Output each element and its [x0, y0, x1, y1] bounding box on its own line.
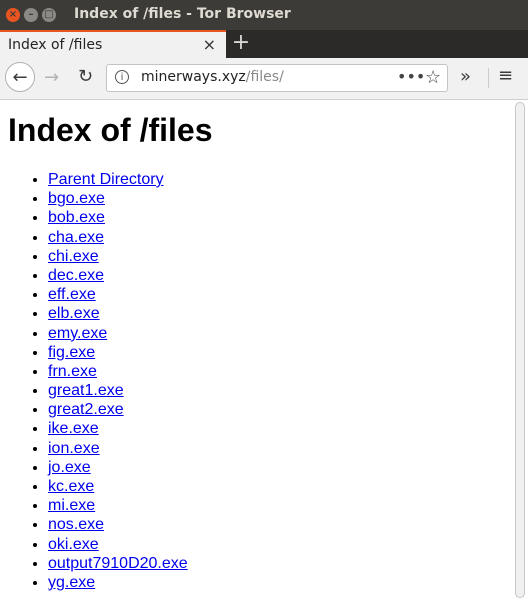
- list-item: yg.exe: [48, 573, 188, 592]
- list-item: kc.exe: [48, 477, 188, 496]
- url-text[interactable]: minerways.xyz/files/: [141, 69, 284, 85]
- file-link[interactable]: mi.exe: [48, 497, 95, 514]
- back-button[interactable]: ←: [5, 62, 35, 92]
- list-item: Parent Directory: [48, 170, 188, 189]
- list-item: nos.exe: [48, 515, 188, 534]
- file-link[interactable]: great2.exe: [48, 401, 124, 418]
- file-link[interactable]: Parent Directory: [48, 171, 164, 188]
- file-link[interactable]: chi.exe: [48, 248, 99, 265]
- list-item: output7910D20.exe: [48, 554, 188, 573]
- url-bar[interactable]: i minerways.xyz/files/ ••• ☆: [106, 64, 448, 92]
- back-arrow-icon: ←: [12, 66, 28, 88]
- file-link[interactable]: eff.exe: [48, 286, 96, 303]
- bookmark-star-icon[interactable]: ☆: [425, 67, 441, 88]
- list-item: ion.exe: [48, 439, 188, 458]
- file-link[interactable]: great1.exe: [48, 382, 124, 399]
- toolbar-separator: [488, 68, 489, 88]
- file-link[interactable]: fig.exe: [48, 344, 95, 361]
- list-item: bob.exe: [48, 208, 188, 227]
- file-link[interactable]: cha.exe: [48, 229, 104, 246]
- tab-active[interactable]: Index of /files ×: [0, 30, 226, 60]
- file-link[interactable]: emy.exe: [48, 325, 107, 342]
- page-actions-icon[interactable]: •••: [397, 67, 425, 86]
- file-link[interactable]: ion.exe: [48, 440, 100, 457]
- list-item: fig.exe: [48, 343, 188, 362]
- file-link[interactable]: bgo.exe: [48, 190, 105, 207]
- maximize-window-button[interactable]: □: [42, 8, 56, 22]
- tab-close-icon[interactable]: ×: [203, 35, 216, 54]
- close-window-button[interactable]: ×: [6, 8, 20, 22]
- file-link[interactable]: nos.exe: [48, 516, 104, 533]
- list-item: oki.exe: [48, 535, 188, 554]
- list-item: frn.exe: [48, 362, 188, 381]
- nav-toolbar: ← → ↻ i minerways.xyz/files/ ••• ☆ » ≡: [0, 58, 528, 100]
- list-item: dec.exe: [48, 266, 188, 285]
- list-item: mi.exe: [48, 496, 188, 515]
- minimize-window-button[interactable]: –: [24, 8, 38, 22]
- page-content: Index of /files Parent Directory bgo.exe…: [0, 100, 512, 604]
- file-link[interactable]: bob.exe: [48, 209, 105, 226]
- scrollbar-thumb[interactable]: [515, 102, 525, 598]
- list-item: emy.exe: [48, 324, 188, 343]
- file-link[interactable]: oki.exe: [48, 536, 99, 553]
- file-link[interactable]: kc.exe: [48, 478, 94, 495]
- file-link[interactable]: dec.exe: [48, 267, 104, 284]
- url-path: /files/: [245, 69, 284, 85]
- list-item: eff.exe: [48, 285, 188, 304]
- list-item: bgo.exe: [48, 189, 188, 208]
- new-tab-button[interactable]: +: [230, 30, 252, 58]
- reload-button[interactable]: ↻: [78, 66, 93, 87]
- file-link[interactable]: yg.exe: [48, 574, 95, 591]
- list-item: chi.exe: [48, 247, 188, 266]
- file-link[interactable]: frn.exe: [48, 363, 97, 380]
- file-link[interactable]: output7910D20.exe: [48, 555, 188, 572]
- tab-label: Index of /files: [8, 37, 103, 53]
- file-link[interactable]: ike.exe: [48, 420, 99, 437]
- page-title: Index of /files: [8, 112, 213, 148]
- list-item: elb.exe: [48, 304, 188, 323]
- hamburger-menu-icon[interactable]: ≡: [498, 65, 513, 86]
- info-icon[interactable]: i: [115, 70, 129, 84]
- list-item: great2.exe: [48, 400, 188, 419]
- list-item: ike.exe: [48, 419, 188, 438]
- url-domain: minerways.xyz: [141, 69, 246, 85]
- forward-button[interactable]: →: [44, 67, 59, 88]
- list-item: cha.exe: [48, 228, 188, 247]
- title-bar: × – □ Index of /files - Tor Browser: [0, 0, 528, 30]
- tab-bar: Index of /files × +: [0, 30, 528, 60]
- window-controls: × – □: [6, 8, 56, 22]
- file-link[interactable]: elb.exe: [48, 305, 100, 322]
- file-link[interactable]: jo.exe: [48, 459, 91, 476]
- list-item: great1.exe: [48, 381, 188, 400]
- list-item: jo.exe: [48, 458, 188, 477]
- file-list: Parent Directory bgo.exe bob.exe cha.exe…: [8, 170, 188, 592]
- overflow-menu-icon[interactable]: »: [460, 66, 471, 87]
- window-title: Index of /files - Tor Browser: [74, 6, 291, 22]
- scrollbar[interactable]: [514, 102, 526, 600]
